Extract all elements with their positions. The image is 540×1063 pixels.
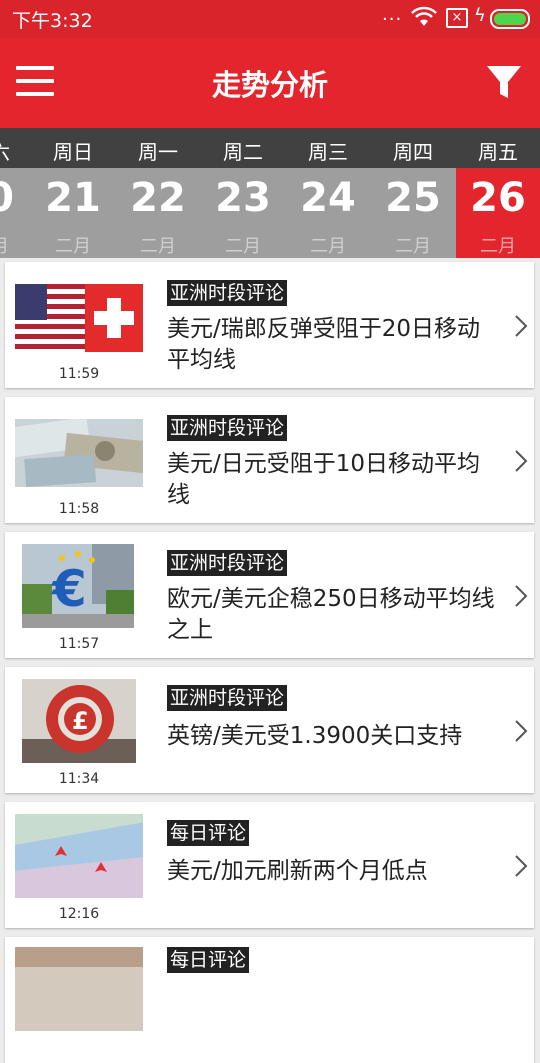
date-number: 25 bbox=[385, 175, 441, 221]
article-category-tag: 亚洲时段评论 bbox=[167, 550, 288, 576]
banknotes-thumbnail bbox=[15, 419, 143, 487]
date-month: 二月 bbox=[225, 236, 261, 257]
page-title: 走势分析 bbox=[211, 68, 328, 102]
article-time: 11:57 bbox=[58, 636, 100, 652]
article-category-tag: 亚洲时段评论 bbox=[167, 280, 288, 306]
article-category-tag: 每日评论 bbox=[167, 947, 250, 973]
article-category-tag: 每日评论 bbox=[167, 820, 250, 846]
svg-text:€: € bbox=[51, 560, 87, 618]
article-card[interactable]: 11:59 亚洲时段评论 美元/瑞郎反弹受阻于20日移动平均线 bbox=[5, 262, 534, 388]
article-card[interactable]: 12:16 每日评论 美元/加元刷新两个月低点 bbox=[5, 802, 534, 928]
euro-sculpture-thumbnail: € bbox=[22, 544, 134, 628]
article-time: 11:59 bbox=[58, 366, 100, 382]
canada-notes-thumbnail bbox=[15, 814, 143, 898]
date-cell[interactable]: 21 二月 bbox=[31, 168, 115, 258]
battery-icon bbox=[490, 9, 530, 29]
article-card[interactable]: £ 11:34 亚洲时段评论 英镑/美元受1.3900关口支持 bbox=[5, 667, 534, 793]
status-time: 下午3:32 bbox=[12, 10, 93, 32]
article-time: 11:34 bbox=[58, 771, 100, 787]
usd-chf-flags-thumbnail bbox=[15, 284, 143, 352]
date-cell[interactable]: 23 二月 bbox=[201, 168, 285, 258]
date-month: 二月 bbox=[395, 236, 431, 257]
status-bar: 下午3:32 ... × ϟ bbox=[0, 0, 540, 38]
article-card[interactable]: 每日评论 bbox=[5, 937, 534, 1063]
date-cell-selected[interactable]: 26 二月 bbox=[456, 168, 540, 258]
weekday-label: 周二 bbox=[223, 140, 263, 164]
article-title: 美元/日元受阻于10日移动平均线 bbox=[167, 451, 481, 508]
date-cell[interactable]: 25 二月 bbox=[371, 168, 455, 258]
date-month: 二月 bbox=[55, 236, 91, 257]
charging-bolt-icon: ϟ bbox=[474, 5, 486, 26]
article-card[interactable]: € 11:57 亚洲时段评论 欧元/美元企稳250日移动平均线之上 bbox=[5, 532, 534, 658]
chevron-right-icon bbox=[514, 314, 528, 342]
chevron-right-icon bbox=[514, 449, 528, 477]
date-number: 23 bbox=[215, 175, 271, 221]
pound-coin-thumbnail: £ bbox=[22, 679, 136, 763]
date-month: 二月 bbox=[480, 236, 516, 257]
date-strip: 0 月 21 二月 22 二月 23 二月 24 二月 25 二月 26 二月 bbox=[0, 168, 540, 258]
status-dots: ... bbox=[382, 4, 403, 25]
date-cell[interactable]: 24 二月 bbox=[286, 168, 370, 258]
weekday-header: 六 周日 周一 周二 周三 周四 周五 bbox=[0, 128, 540, 168]
app-bar: 走势分析 bbox=[0, 38, 540, 128]
sim-x-icon: × bbox=[446, 8, 468, 28]
date-month: 二月 bbox=[140, 236, 176, 257]
weekday-label: 周五 bbox=[478, 140, 518, 164]
weekday-label: 周一 bbox=[138, 140, 178, 164]
article-time: 11:58 bbox=[58, 501, 100, 517]
date-number: 26 bbox=[470, 175, 526, 221]
article-category-tag: 亚洲时段评论 bbox=[167, 685, 288, 711]
chevron-right-icon bbox=[514, 584, 528, 612]
svg-text:£: £ bbox=[72, 707, 89, 735]
filter-icon[interactable] bbox=[486, 64, 522, 106]
article-title: 美元/瑞郎反弹受阻于20日移动平均线 bbox=[167, 316, 481, 373]
weekday-label: 周四 bbox=[393, 140, 433, 164]
date-number: 24 bbox=[300, 175, 356, 221]
article-category-tag: 亚洲时段评论 bbox=[167, 415, 288, 441]
date-cell[interactable]: 22 二月 bbox=[116, 168, 200, 258]
weekday-label: 周日 bbox=[53, 140, 93, 164]
date-month: 二月 bbox=[310, 236, 346, 257]
article-title: 美元/加元刷新两个月低点 bbox=[167, 858, 428, 884]
chevron-right-icon bbox=[514, 854, 528, 882]
article-title: 英镑/美元受1.3900关口支持 bbox=[167, 723, 463, 749]
chevron-right-icon bbox=[514, 719, 528, 747]
article-time: 12:16 bbox=[58, 906, 100, 922]
article-card[interactable]: 11:58 亚洲时段评论 美元/日元受阻于10日移动平均线 bbox=[5, 397, 534, 523]
weekday-label: 周三 bbox=[308, 140, 348, 164]
article-title: 欧元/美元企稳250日移动平均线之上 bbox=[167, 586, 495, 643]
date-number: 22 bbox=[130, 175, 186, 221]
date-number: 21 bbox=[45, 175, 101, 221]
wifi-icon bbox=[410, 6, 438, 32]
